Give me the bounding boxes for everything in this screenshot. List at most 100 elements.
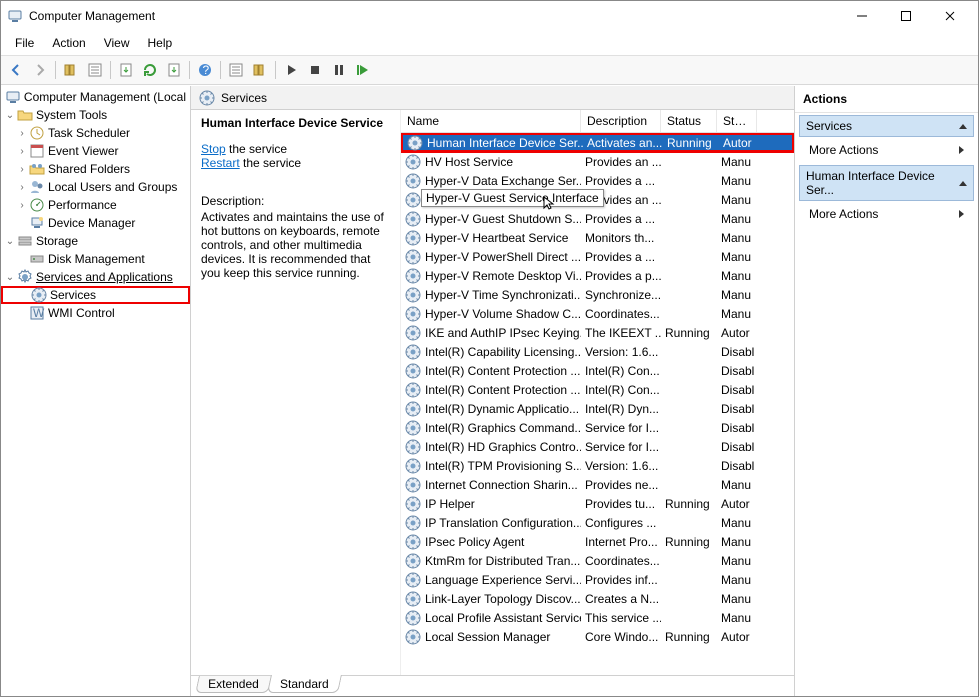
tree-storage[interactable]: ⌄Storage	[1, 232, 190, 250]
service-row[interactable]: Intel(R) Content Protection ...Intel(R) …	[401, 361, 794, 380]
service-status: Running	[661, 326, 717, 340]
tree-root[interactable]: Computer Management (Local	[1, 88, 190, 106]
menu-file[interactable]: File	[7, 33, 42, 53]
service-name: IP Helper	[425, 497, 475, 511]
service-row[interactable]: Local Profile Assistant ServiceThis serv…	[401, 608, 794, 627]
tree-pane[interactable]: Computer Management (Local ⌄System Tools…	[1, 86, 191, 696]
service-row[interactable]: Intel(R) Capability Licensing...Version:…	[401, 342, 794, 361]
service-row[interactable]: Language Experience Servi...Provides inf…	[401, 570, 794, 589]
tree-services[interactable]: Services	[1, 286, 190, 304]
maximize-button[interactable]	[884, 1, 928, 31]
actions-section-services[interactable]: Services	[799, 115, 974, 137]
col-name[interactable]: Name	[401, 110, 581, 132]
menu-help[interactable]: Help	[140, 33, 181, 53]
export-list-button[interactable]	[163, 59, 185, 81]
menu-action[interactable]: Action	[44, 33, 93, 53]
service-row[interactable]: Hyper-V Guest Shutdown S...Provides a ..…	[401, 209, 794, 228]
service-startup: Disabl	[717, 459, 757, 473]
tree-disk-mgmt[interactable]: Disk Management	[1, 250, 190, 268]
col-description[interactable]: Description	[581, 110, 661, 132]
stop-service-button[interactable]	[304, 59, 326, 81]
pause-service-button[interactable]	[328, 59, 350, 81]
menu-view[interactable]: View	[96, 33, 138, 53]
actions-more-1[interactable]: More Actions	[795, 137, 978, 163]
start-service-button[interactable]	[280, 59, 302, 81]
restart-service-button[interactable]	[352, 59, 374, 81]
tab-standard[interactable]: Standard	[267, 675, 342, 693]
tree-event-viewer[interactable]: ›Event Viewer	[1, 142, 190, 160]
services-list[interactable]: Name Description Status Startu Human Int…	[401, 110, 794, 675]
service-row[interactable]: Internet Connection Sharin...Provides ne…	[401, 475, 794, 494]
forward-button[interactable]	[29, 59, 51, 81]
service-row[interactable]: KtmRm for Distributed Tran...Coordinates…	[401, 551, 794, 570]
restart-service-link[interactable]: Restart	[201, 156, 240, 170]
service-startup: Autor	[717, 497, 757, 511]
show-hide-tree-button[interactable]	[60, 59, 82, 81]
service-startup: Autor	[717, 630, 757, 644]
tree-wmi[interactable]: WMI Control	[1, 304, 190, 322]
service-row[interactable]: Intel(R) Dynamic Applicatio...Intel(R) D…	[401, 399, 794, 418]
service-row[interactable]: IP Translation Configuration...Configure…	[401, 513, 794, 532]
stop-service-link[interactable]: Stop	[201, 142, 226, 156]
service-name: Hyper-V PowerShell Direct ...	[425, 250, 581, 264]
tree-local-users[interactable]: ›Local Users and Groups	[1, 178, 190, 196]
refresh-button[interactable]	[139, 59, 161, 81]
service-row[interactable]: Intel(R) TPM Provisioning S...Version: 1…	[401, 456, 794, 475]
service-row[interactable]: Intel(R) Content Protection ...Intel(R) …	[401, 380, 794, 399]
service-row[interactable]: IPsec Policy AgentInternet Pro...Running…	[401, 532, 794, 551]
service-row[interactable]: Hyper-V Heartbeat ServiceMonitors th...M…	[401, 228, 794, 247]
service-row[interactable]: HV Host ServiceProvides an ...Manu	[401, 152, 794, 171]
tree-task-scheduler[interactable]: ›Task Scheduler	[1, 124, 190, 142]
col-status[interactable]: Status	[661, 110, 717, 132]
service-row[interactable]: Intel(R) Graphics Command...Service for …	[401, 418, 794, 437]
selected-service-title: Human Interface Device Service	[201, 116, 390, 130]
tree-shared-folders[interactable]: ›Shared Folders	[1, 160, 190, 178]
tree-svc-apps[interactable]: ⌄Services and Applications	[1, 268, 190, 286]
service-icon	[405, 553, 421, 569]
service-row[interactable]: Hyper-V Remote Desktop Vi...Provides a p…	[401, 266, 794, 285]
service-row[interactable]: IP HelperProvides tu...RunningAutor	[401, 494, 794, 513]
service-desc: Coordinates...	[581, 307, 661, 321]
service-row[interactable]: Human Interface Device Ser...Activates a…	[401, 133, 794, 152]
service-row[interactable]: Hyper-V PowerShell Direct ...Provides a …	[401, 247, 794, 266]
detail-props-button[interactable]	[225, 59, 247, 81]
service-desc: Intel(R) Dyn...	[581, 402, 661, 416]
service-row[interactable]: Local Session ManagerCore Windo...Runnin…	[401, 627, 794, 646]
service-startup: Manu	[717, 155, 757, 169]
list-header[interactable]: Name Description Status Startu	[401, 110, 794, 133]
export-button[interactable]	[115, 59, 137, 81]
detail-header: Services	[191, 86, 794, 110]
service-icon	[405, 287, 421, 303]
service-icon	[405, 173, 421, 189]
actions-more-2[interactable]: More Actions	[795, 201, 978, 227]
collapse-icon	[959, 181, 967, 186]
tree-device-manager[interactable]: Device Manager	[1, 214, 190, 232]
service-row[interactable]: Link-Layer Topology Discov...Creates a N…	[401, 589, 794, 608]
help-button[interactable]	[194, 59, 216, 81]
minimize-button[interactable]	[840, 1, 884, 31]
service-desc: Creates a N...	[581, 592, 661, 606]
back-button[interactable]	[5, 59, 27, 81]
service-row[interactable]: Hyper-V Time Synchronizati...Synchronize…	[401, 285, 794, 304]
service-desc: Service for I...	[581, 421, 661, 435]
tree-system-tools[interactable]: ⌄System Tools	[1, 106, 190, 124]
service-desc: Synchronize...	[581, 288, 661, 302]
service-row[interactable]: Hyper-V Volume Shadow C...Coordinates...…	[401, 304, 794, 323]
actions-section-selected[interactable]: Human Interface Device Ser...	[799, 165, 974, 201]
detail-cols-button[interactable]	[249, 59, 271, 81]
service-row[interactable]: IKE and AuthIP IPsec Keying...The IKEEXT…	[401, 323, 794, 342]
service-startup: Manu	[717, 307, 757, 321]
service-desc: Activates an...	[583, 136, 663, 150]
service-row[interactable]: Intel(R) HD Graphics Contro...Service fo…	[401, 437, 794, 456]
service-name: Link-Layer Topology Discov...	[425, 592, 581, 606]
tab-extended[interactable]: Extended	[195, 676, 271, 693]
close-button[interactable]	[928, 1, 972, 31]
service-row[interactable]: Hyper-V Data Exchange Ser...Provides a .…	[401, 171, 794, 190]
devmgr-icon	[29, 215, 45, 231]
properties-button[interactable]	[84, 59, 106, 81]
col-startup[interactable]: Startu	[717, 110, 757, 132]
tree-performance[interactable]: ›Performance	[1, 196, 190, 214]
service-startup: Disabl	[717, 421, 757, 435]
service-startup: Manu	[717, 174, 757, 188]
service-icon	[405, 515, 421, 531]
